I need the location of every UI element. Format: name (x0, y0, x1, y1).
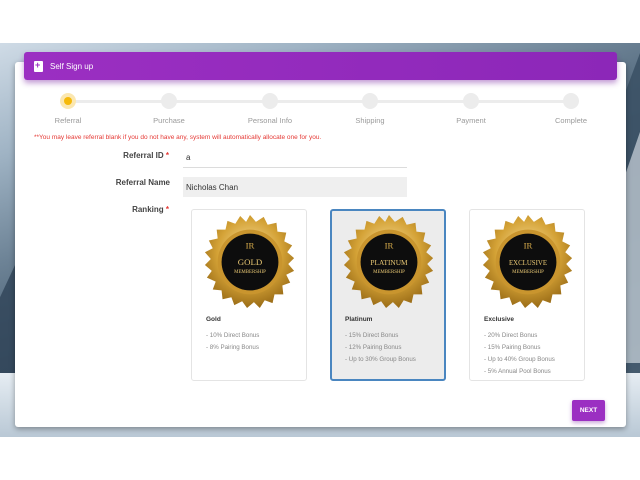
referral-id-label: Referral ID * (49, 151, 169, 160)
benefit-item: - Up to 30% Group Bonus (345, 356, 416, 363)
step-label: Personal Info (247, 116, 293, 125)
platinum-membership-badge-icon: IR PLATINUM MEMBERSHIP (343, 214, 434, 309)
step-dot (463, 93, 479, 109)
step-dot-active (60, 93, 76, 109)
exclusive-membership-badge-icon: IR EXCLUSIVE MEMBERSHIP (482, 214, 573, 309)
benefit-item: - 12% Pairing Bonus (345, 344, 402, 351)
card-header: Self Sign up (24, 52, 617, 80)
step-dot (563, 93, 579, 109)
step-label: Payment (456, 116, 486, 125)
referral-name-label: Referral Name (115, 178, 170, 187)
benefit-list: - 10% Direct Bonus - 8% Pairing Bonus (206, 330, 259, 354)
benefit-item: - 15% Pairing Bonus (484, 344, 541, 351)
gold-membership-badge-icon: IR GOLD MEMBERSHIP (204, 214, 295, 309)
step-dot (362, 93, 378, 109)
step-payment[interactable]: Payment (431, 93, 511, 125)
badge-logo-text: IR (385, 240, 394, 250)
step-label: Complete (554, 116, 588, 125)
ranking-card-exclusive[interactable]: IR EXCLUSIVE MEMBERSHIP Exclusive - 20% … (469, 209, 585, 381)
ranking-name: Exclusive (484, 316, 514, 323)
input-value: a (186, 153, 191, 162)
badge-subtitle-text: MEMBERSHIP (234, 270, 266, 275)
benefit-item: - 8% Pairing Bonus (206, 344, 259, 351)
step-dot (161, 93, 177, 109)
benefit-list: - 20% Direct Bonus - 15% Pairing Bonus -… (484, 330, 555, 378)
required-marker: * (165, 151, 169, 160)
benefit-item: - 5% Annual Pool Bonus (484, 368, 551, 375)
ranking-card-gold[interactable]: IR GOLD MEMBERSHIP Gold - 10% Direct Bon… (191, 209, 307, 381)
field-value: Nicholas Chan (186, 182, 239, 192)
step-referral[interactable]: Referral (28, 93, 108, 125)
step-personal-info[interactable]: Personal Info (230, 93, 310, 125)
label-text: Referral ID (123, 151, 164, 160)
badge-title-text: EXCLUSIVE (509, 260, 547, 267)
benefit-item: - 20% Direct Bonus (484, 332, 538, 339)
benefit-item: - 10% Direct Bonus (206, 332, 260, 339)
add-document-icon (34, 60, 43, 72)
label-text: Ranking (132, 205, 164, 214)
badge-title-text: GOLD (238, 257, 263, 267)
badge-subtitle-text: MEMBERSHIP (373, 270, 405, 275)
referral-id-input[interactable]: a (183, 148, 407, 168)
step-purchase[interactable]: Purchase (129, 93, 209, 125)
referral-name-field: Nicholas Chan (183, 177, 407, 197)
benefit-item: - Up to 40% Group Bonus (484, 356, 555, 363)
badge-subtitle-text: MEMBERSHIP (512, 270, 544, 275)
referral-notice: **You may leave referral blank if you do… (34, 134, 322, 141)
step-dot (262, 93, 278, 109)
step-shipping[interactable]: Shipping (330, 93, 410, 125)
benefit-item: - 15% Direct Bonus (345, 332, 399, 339)
benefit-list: - 15% Direct Bonus - 12% Pairing Bonus -… (345, 330, 416, 366)
step-label: Shipping (355, 116, 385, 125)
step-complete[interactable]: Complete (531, 93, 611, 125)
badge-logo-text: IR (524, 240, 533, 250)
step-label: Purchase (153, 116, 185, 125)
badge-title-text: PLATINUM (370, 258, 408, 267)
ranking-card-platinum[interactable]: IR PLATINUM MEMBERSHIP Platinum - 15% Di… (330, 209, 446, 381)
ranking-name: Platinum (345, 316, 373, 323)
required-marker: * (165, 205, 169, 214)
badge-logo-text: IR (246, 240, 255, 250)
next-button[interactable]: NEXT (572, 400, 605, 421)
ranking-label: Ranking * (49, 205, 169, 214)
ranking-name: Gold (206, 316, 221, 323)
page-title: Self Sign up (50, 61, 94, 71)
step-label: Referral (54, 116, 82, 125)
